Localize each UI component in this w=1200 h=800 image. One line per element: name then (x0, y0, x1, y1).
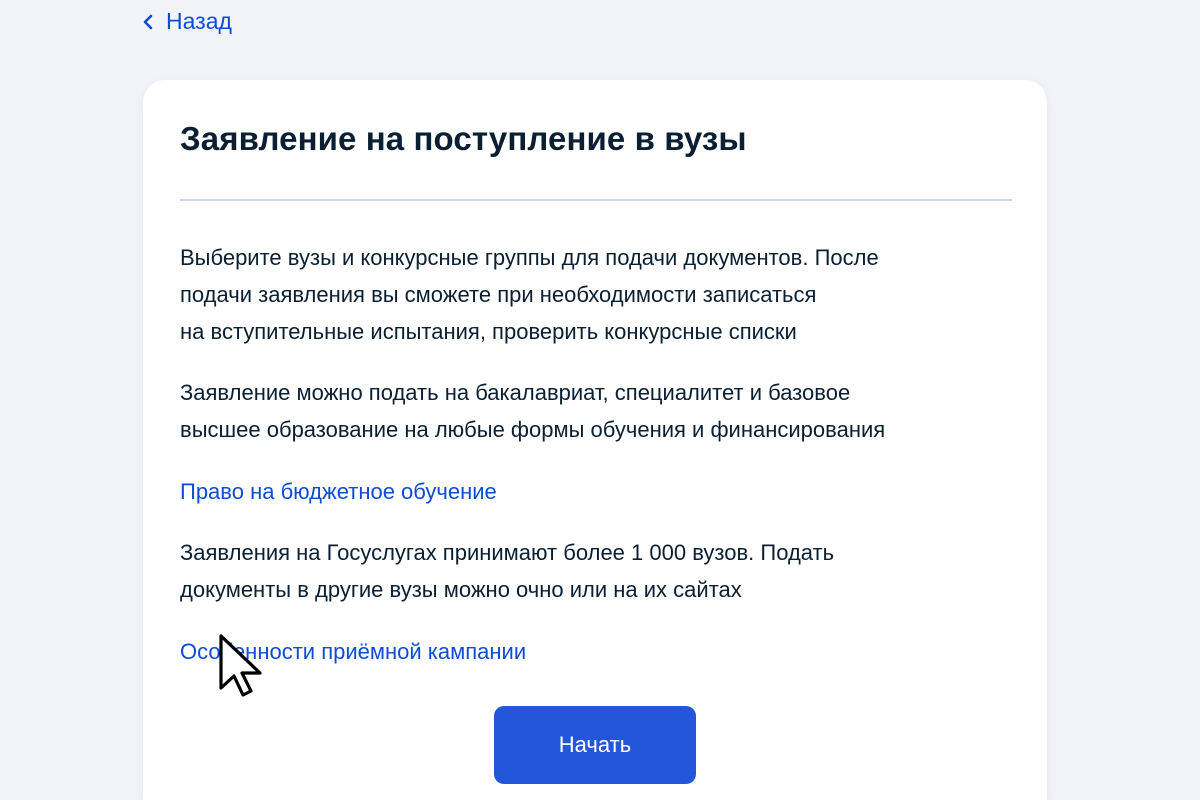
back-link-label: Назад (166, 8, 232, 34)
intro-line: подачи заявления вы сможете при необходи… (180, 282, 817, 307)
page-title: Заявление на поступление в вузы (180, 120, 747, 157)
budget-education-link[interactable]: Право на бюджетное обучение (180, 477, 497, 507)
back-link[interactable]: Назад (140, 8, 232, 35)
application-card: Заявление на поступление в вузы Выберите… (143, 80, 1047, 800)
start-button[interactable]: Начать (494, 706, 696, 784)
page: Назад Заявление на поступление в вузы Вы… (0, 0, 1200, 800)
universities-line: документы в другие вузы можно очно или н… (180, 577, 742, 602)
universities-paragraph: Заявления на Госуслугах принимают более … (180, 534, 834, 608)
universities-line: Заявления на Госуслугах принимают более … (180, 540, 835, 565)
intro-paragraph: Выберите вузы и конкурсные группы для по… (180, 239, 879, 350)
education-paragraph: Заявление можно подать на бакалавриат, с… (180, 374, 885, 448)
admission-campaign-link[interactable]: Особенности приёмной кампании (180, 637, 526, 667)
divider (180, 199, 1012, 201)
intro-line: на вступительные испытания, проверить ко… (180, 319, 797, 344)
intro-line: Выберите вузы и конкурсные группы для по… (180, 245, 879, 270)
chevron-left-icon (140, 14, 156, 30)
education-line: высшее образование на любые формы обучен… (180, 417, 886, 442)
education-line: Заявление можно подать на бакалавриат, с… (180, 380, 851, 405)
